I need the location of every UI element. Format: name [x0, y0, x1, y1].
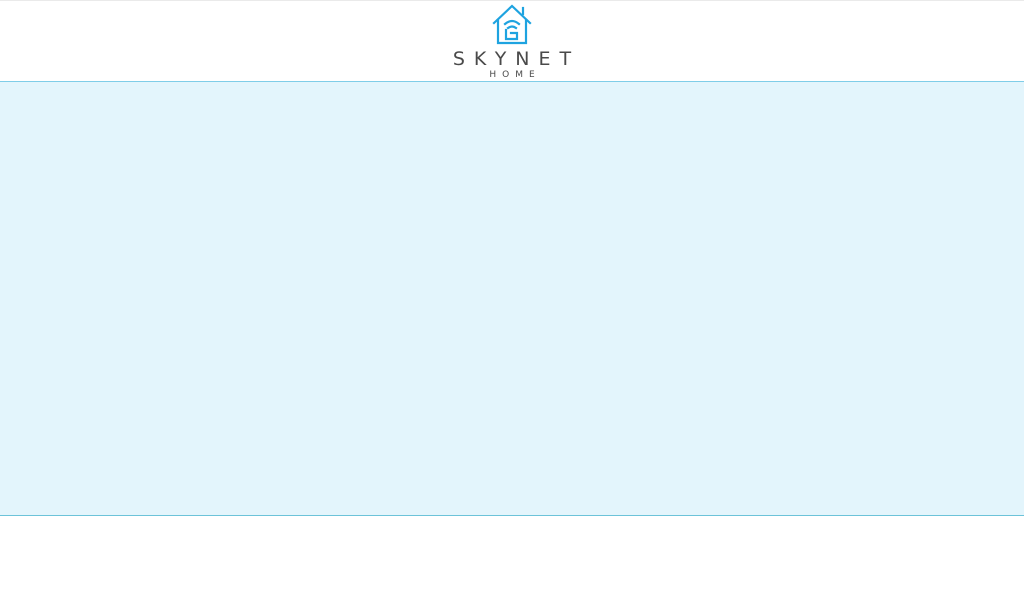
footer-area — [0, 516, 1024, 600]
page: SKYNET HOME — [0, 0, 1024, 600]
logo-wordmark: SKYNET — [452, 48, 581, 70]
main-content-panel — [0, 82, 1024, 516]
logo-subword: HOME — [489, 70, 541, 80]
house-wifi-icon — [492, 4, 532, 45]
top-header: SKYNET HOME — [0, 0, 1024, 82]
skynet-home-logo[interactable]: SKYNET HOME — [440, 3, 584, 81]
